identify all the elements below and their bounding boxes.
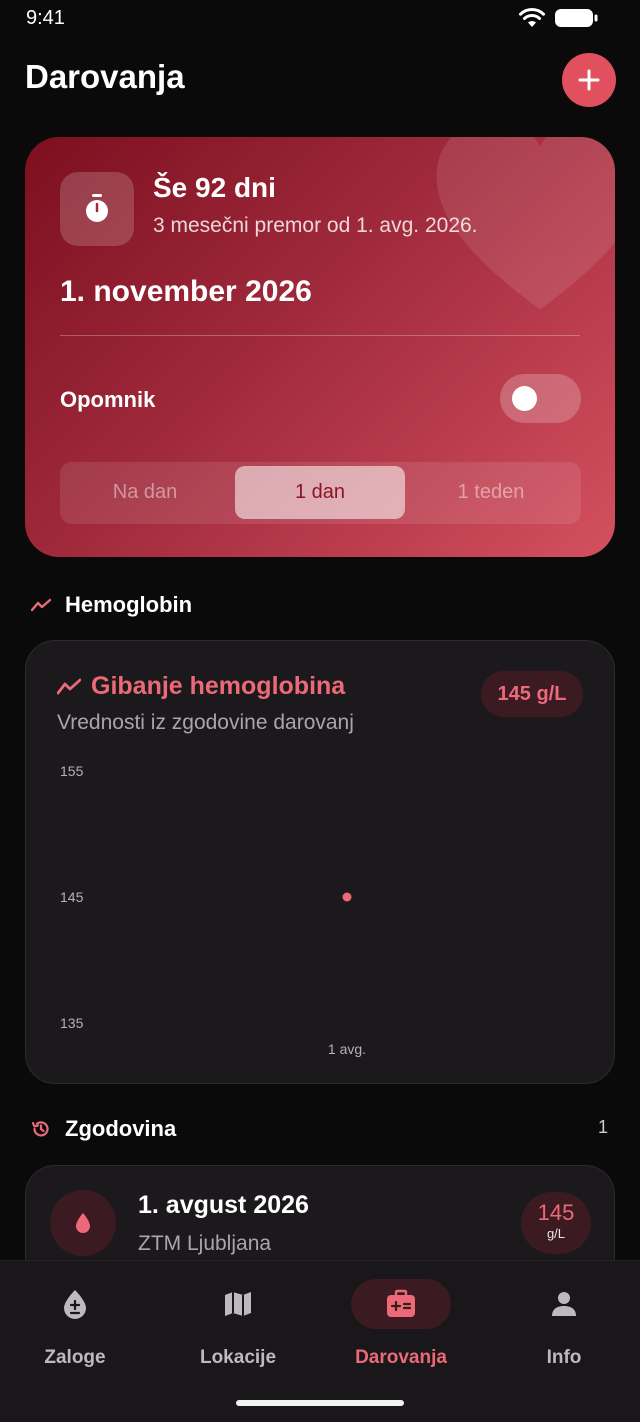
nav-icon-container: [25, 1279, 125, 1329]
nav-label: Info: [546, 1347, 582, 1368]
stopwatch-icon: [86, 194, 108, 222]
trend-icon: [31, 598, 51, 612]
person-icon: [552, 1292, 576, 1316]
hemoglobin-chart-card: Gibanje hemoglobina Vrednosti iz zgodovi…: [25, 640, 615, 1084]
stopwatch-tile: [60, 172, 134, 246]
nav-icon-container: [351, 1279, 451, 1329]
history-icon: [31, 1121, 49, 1137]
reminder-label: Opomnik: [60, 387, 156, 412]
divider: [60, 335, 580, 336]
nav-item-darovanja[interactable]: Darovanja: [331, 1279, 471, 1379]
status-time: 9:41: [26, 7, 65, 29]
hemoglobin-section-title: Hemoglobin: [65, 592, 193, 617]
history-section-title: Zgodovina: [65, 1116, 177, 1141]
x-tick-label: 1 avg.: [328, 1041, 366, 1057]
y-tick-label: 155: [60, 763, 84, 779]
add-donation-button[interactable]: [562, 53, 616, 107]
y-tick-label: 145: [60, 889, 84, 905]
hemoglobin-unit: g/L: [546, 1226, 566, 1241]
donation-location: ZTM Ljubljana: [138, 1232, 272, 1255]
reminder-timing-selector: Na dan 1 dan 1 teden: [60, 462, 581, 524]
nav-icon-container: [514, 1279, 614, 1329]
bottom-navigation: Zaloge Lokacije Darovanja Info: [0, 1260, 640, 1422]
data-point: [342, 892, 352, 902]
history-count: 1: [598, 1117, 609, 1137]
reminder-option-1-day[interactable]: 1 dan: [235, 466, 405, 519]
history-section-header: Zgodovina: [31, 1116, 176, 1142]
plus-icon: [578, 69, 600, 91]
nav-icon-container: [188, 1279, 288, 1329]
blood-drop-icon: [64, 1290, 86, 1319]
status-bar: 9:41: [0, 0, 640, 40]
nav-item-zaloge[interactable]: Zaloge: [5, 1279, 145, 1379]
blood-drop-icon: [76, 1213, 90, 1233]
hemoglobin-section-header: Hemoglobin: [31, 592, 192, 618]
reminder-option-on-day[interactable]: Na dan: [60, 466, 230, 519]
hemoglobin-chart: 155 145 135 1 avg.: [60, 763, 366, 1057]
map-icon: [225, 1292, 251, 1316]
donation-date: 1. avgust 2026: [138, 1191, 309, 1219]
reminder-option-1-week[interactable]: 1 teden: [406, 466, 576, 519]
toggle-knob: [512, 386, 537, 411]
break-info: 3 mesečni premor od 1. avg. 2026.: [153, 214, 478, 237]
next-donation-card: Še 92 dni 3 mesečni premor od 1. avg. 20…: [25, 137, 615, 557]
days-left: Še 92 dni: [153, 172, 276, 203]
medical-kit-icon: [387, 1289, 415, 1317]
nav-label: Lokacije: [199, 1347, 277, 1368]
reminder-toggle[interactable]: [500, 374, 581, 423]
nav-item-lokacije[interactable]: Lokacije: [168, 1279, 308, 1379]
wifi-icon: [519, 8, 545, 27]
home-indicator: [236, 1400, 404, 1406]
y-tick-label: 135: [60, 1015, 84, 1031]
nav-item-info[interactable]: Info: [494, 1279, 634, 1379]
hemoglobin-value: 145: [537, 1200, 575, 1225]
drop-badge: [50, 1190, 116, 1256]
page-title: Darovanja: [25, 58, 185, 95]
nav-label: Darovanja: [355, 1347, 447, 1368]
nav-label: Zaloge: [44, 1347, 106, 1368]
next-donation-date: 1. november 2026: [60, 275, 312, 308]
battery-icon: [555, 9, 598, 27]
hemoglobin-badge: 145 g/L: [521, 1192, 591, 1254]
